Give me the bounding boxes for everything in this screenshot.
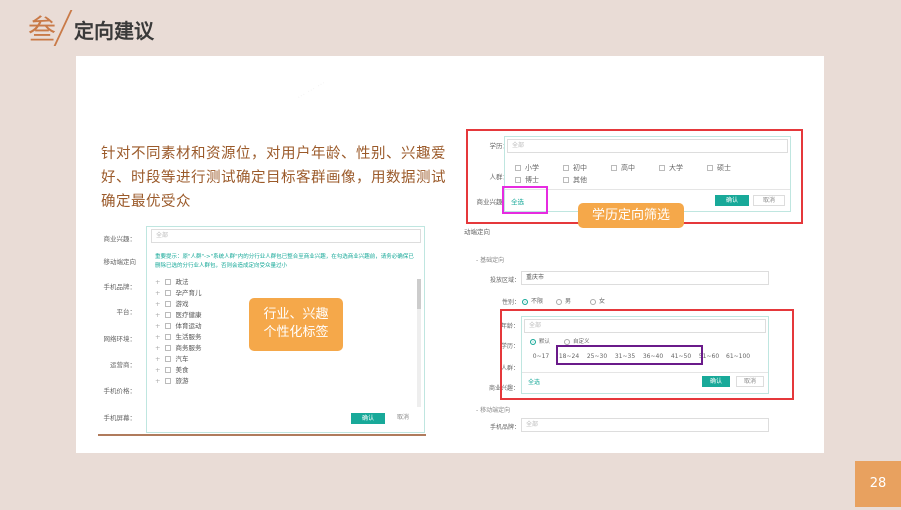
slide-header: 叁 定向建议 xyxy=(28,10,154,46)
tag-label-interest: 行业、兴趣个性化标签 xyxy=(249,298,343,351)
watermark: ··· ··· ··· xyxy=(295,78,328,104)
section-number: 叁 xyxy=(28,13,57,46)
label-region: 投放区域： xyxy=(489,277,520,284)
mobile-targeting-text: 动端定向 xyxy=(464,228,490,236)
title-divider xyxy=(53,10,73,46)
label-network: 网络环境： xyxy=(103,335,137,343)
tree-item[interactable]: + 政法 xyxy=(155,277,405,288)
label-interest: 商业兴趣： xyxy=(103,235,137,243)
highlight-select-all xyxy=(502,186,548,214)
label-phone-brand: 手机品牌： xyxy=(103,283,137,291)
label-phone-brand-2: 手机品牌： xyxy=(489,424,520,431)
scrollbar[interactable] xyxy=(417,279,421,407)
tree-item[interactable]: + 旅游 xyxy=(155,376,405,387)
label-platform: 平台： xyxy=(116,308,137,316)
tree-item[interactable]: + 汽车 xyxy=(155,354,405,365)
gender-male[interactable]: 男 xyxy=(556,296,590,305)
gender-options: 不限 男 女 xyxy=(522,296,624,305)
divider-line xyxy=(98,434,426,436)
phone-brand-input[interactable]: 全部 xyxy=(521,418,769,432)
slide-description: 针对不同素材和资源位，对用户年龄、性别、兴趣爱好、时段等进行测试确定目标客群画像… xyxy=(101,146,446,210)
label-phone-price: 手机价格： xyxy=(103,387,137,395)
tag-label-education: 学历定向筛选 xyxy=(578,203,684,228)
content-area: ··· ··· ··· 针对不同素材和资源位，对用户年龄、性别、兴趣爱好、时段等… xyxy=(76,56,824,453)
page-number: 28 xyxy=(855,461,901,507)
section-basic-targeting: - 基础定向 xyxy=(476,257,505,264)
label-gender: 性别： xyxy=(501,299,520,306)
interest-input[interactable]: 全部 xyxy=(151,229,421,243)
highlight-age-range xyxy=(556,345,703,365)
tree-item[interactable]: + 美食 xyxy=(155,365,405,376)
section-mobile-targeting: - 移动端定向 xyxy=(476,407,511,414)
label-mobile-targeting: 移动端定向 xyxy=(103,258,137,266)
cancel-button[interactable]: 取消 xyxy=(387,413,419,424)
slide-title: 定向建议 xyxy=(74,19,155,43)
region-input[interactable]: 重庆市 xyxy=(521,271,769,285)
confirm-button[interactable]: 确认 xyxy=(351,413,385,424)
gender-female[interactable]: 女 xyxy=(590,296,624,305)
label-carrier: 运营商： xyxy=(110,361,136,369)
gender-unlimited[interactable]: 不限 xyxy=(522,296,556,305)
label-phone-screen: 手机屏幕： xyxy=(103,414,137,422)
notice-text: 重要提示：原"人群"->"系统人群"内的分行业人群包已整合至商业兴趣，在勾选商业… xyxy=(155,254,414,269)
